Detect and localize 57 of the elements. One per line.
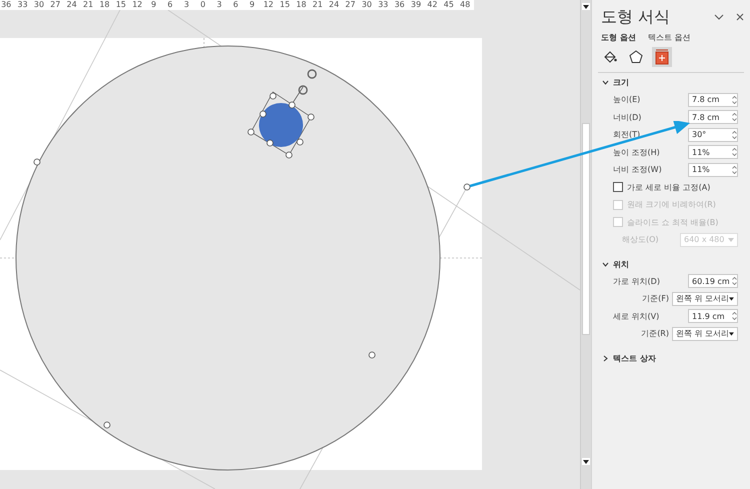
ruler-number: 36	[0, 0, 12, 10]
field-label: 높이 조정(H)	[613, 146, 661, 158]
dropdown[interactable]: 왼쪽 위 모서리	[672, 326, 738, 341]
ruler-number: 39	[410, 0, 422, 10]
field-label: 세로 위치(V)	[613, 310, 660, 322]
spin-field[interactable]: 60.19 cm	[688, 274, 738, 288]
ruler-number: 27	[344, 0, 356, 10]
field-label: 가로 위치(D)	[613, 276, 661, 287]
ruler-number: 15	[278, 0, 291, 10]
section-title[interactable]: 크기	[613, 77, 629, 88]
spin-field[interactable]: 7.8 cm	[688, 92, 738, 107]
spin-field[interactable]: 7.8 cm	[688, 110, 738, 124]
ruler-number: 24	[66, 0, 78, 10]
spin-field[interactable]: 11%	[688, 162, 738, 177]
field-label: 기준(R)	[641, 328, 669, 340]
field-label: 높이(E)	[613, 94, 642, 106]
ruler-number: 9	[248, 0, 256, 10]
ruler-number: 27	[49, 0, 62, 10]
ruler-number: 21	[82, 0, 94, 10]
section-title[interactable]: 텍스트 상자	[613, 352, 656, 364]
ruler-number: 9	[150, 0, 158, 10]
spin-field[interactable]: 11%	[688, 145, 738, 160]
checkbox-label: 슬라이드 쇼 최적 배율(B)	[627, 216, 718, 228]
dropdown[interactable]: 왼쪽 위 모서리	[672, 292, 738, 306]
panel-tab[interactable]: 도형 옵션	[601, 32, 636, 43]
ruler-number: 42	[426, 0, 438, 10]
ruler-number: 0	[199, 0, 206, 10]
ruler-number: 6	[166, 0, 174, 10]
ruler-number: 15	[114, 0, 128, 10]
spin-field[interactable]: 30°	[688, 128, 738, 142]
ruler-number: 48	[459, 0, 472, 10]
section-title[interactable]: 위치	[613, 258, 629, 270]
ruler-number: 6	[232, 0, 240, 10]
ruler-number: 33	[16, 0, 29, 10]
panel-title: 도형 서식	[601, 6, 672, 28]
field-label: 너비(D)	[613, 112, 642, 123]
ruler-number: 45	[442, 0, 455, 10]
ruler-number: 18	[98, 0, 111, 10]
ruler-number: 3	[216, 0, 223, 10]
ruler-number: 30	[360, 0, 373, 10]
ruler-number: 12	[262, 0, 275, 10]
checkbox-label: 원래 크기에 비례하여(R)	[627, 199, 716, 210]
panel-tab[interactable]: 텍스트 옵션	[648, 32, 690, 43]
checkbox-label: 가로 세로 비율 고정(A)	[627, 182, 710, 193]
ruler-number: 33	[377, 0, 390, 10]
ruler-number: 30	[32, 0, 46, 10]
spin-field[interactable]: 11.9 cm	[688, 309, 738, 324]
ruler-number: 18	[295, 0, 308, 10]
ruler-number: 36	[393, 0, 406, 10]
field-label: 해상도(O)	[622, 234, 660, 246]
field-label: 기준(F)	[642, 293, 669, 304]
field-label: 너비 조정(W)	[613, 164, 663, 176]
ruler-number: 3	[182, 0, 190, 10]
field-label: 회전(T)	[613, 129, 642, 140]
ruler-number: 12	[131, 0, 144, 10]
ruler-number: 21	[312, 0, 324, 10]
ruler-number: 24	[328, 0, 340, 10]
